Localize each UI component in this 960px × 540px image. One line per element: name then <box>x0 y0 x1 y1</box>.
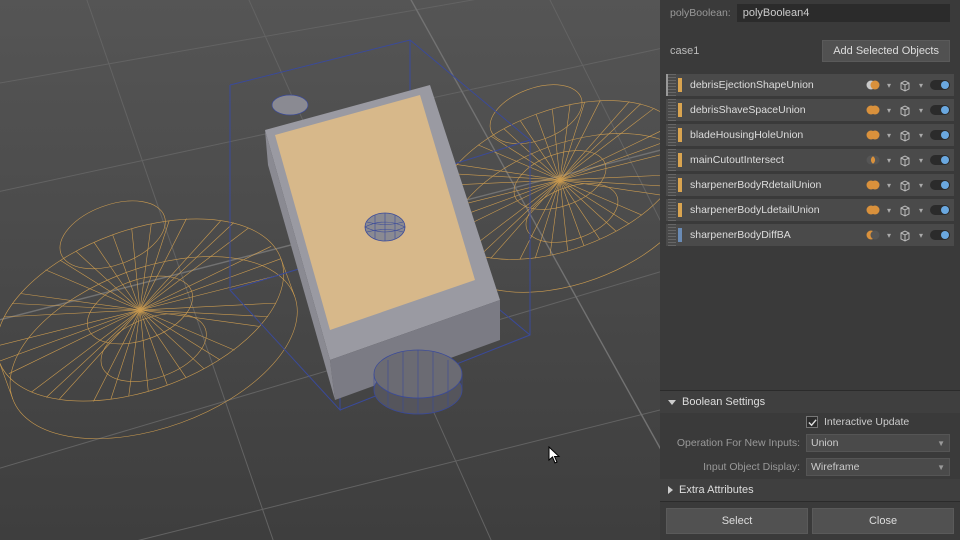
drag-handle-icon[interactable] <box>668 224 676 246</box>
drag-handle-icon[interactable] <box>668 99 676 121</box>
visibility-toggle[interactable] <box>930 205 950 215</box>
boolean-settings-section: Boolean Settings Interactive Update Oper… <box>660 390 960 501</box>
chevron-down-icon[interactable]: ▾ <box>918 181 924 190</box>
chevron-down-icon[interactable]: ▾ <box>886 156 892 165</box>
boolean-input-row[interactable]: bladeHousingHoleUnion ▾ ▾ <box>666 124 954 146</box>
chevron-down-icon[interactable]: ▾ <box>918 81 924 90</box>
mouse-cursor-icon <box>548 446 562 464</box>
boolean-input-name: sharpenerBodyRdetailUnion <box>688 179 866 191</box>
boolean-input-list: debrisEjectionShapeUnion ▾ ▾ debrisShave… <box>660 72 960 253</box>
visibility-toggle[interactable] <box>930 155 950 165</box>
operation-value: Union <box>811 437 838 449</box>
extra-attributes-header[interactable]: Extra Attributes <box>660 479 960 501</box>
attribute-panel: polyBoolean: case1 Add Selected Objects … <box>660 0 960 540</box>
object-cube-icon[interactable] <box>898 78 912 92</box>
chevron-down-icon: ▼ <box>937 463 945 472</box>
boolean-op-icon[interactable] <box>866 153 880 167</box>
display-value: Wireframe <box>811 461 859 473</box>
node-name-input[interactable] <box>737 4 950 22</box>
operation-dropdown[interactable]: Union ▼ <box>806 434 950 452</box>
interactive-update-checkbox[interactable] <box>806 416 818 428</box>
interactive-update-label: Interactive Update <box>824 416 909 428</box>
case-label: case1 <box>670 45 814 57</box>
drag-handle-icon[interactable] <box>668 74 676 96</box>
color-swatch <box>678 103 682 117</box>
visibility-toggle[interactable] <box>930 130 950 140</box>
node-name-label: polyBoolean: <box>670 7 731 19</box>
boolean-input-name: debrisShaveSpaceUnion <box>688 104 866 116</box>
chevron-down-icon[interactable]: ▾ <box>918 106 924 115</box>
boolean-input-row[interactable]: sharpenerBodyRdetailUnion ▾ ▾ <box>666 174 954 196</box>
object-cube-icon[interactable] <box>898 128 912 142</box>
display-dropdown[interactable]: Wireframe ▼ <box>806 458 950 476</box>
interactive-update-row: Interactive Update <box>660 413 960 431</box>
chevron-down-icon[interactable]: ▾ <box>886 106 892 115</box>
boolean-settings-header[interactable]: Boolean Settings <box>660 391 960 413</box>
chevron-down-icon[interactable]: ▾ <box>886 181 892 190</box>
boolean-settings-title: Boolean Settings <box>682 396 765 408</box>
boolean-input-name: mainCutoutIntersect <box>688 154 866 166</box>
chevron-down-icon[interactable]: ▾ <box>886 131 892 140</box>
drag-handle-icon[interactable] <box>668 149 676 171</box>
drag-handle-icon[interactable] <box>668 199 676 221</box>
boolean-input-row[interactable]: debrisShaveSpaceUnion ▾ ▾ <box>666 99 954 121</box>
viewport-3d[interactable] <box>0 0 660 540</box>
boolean-input-row[interactable]: mainCutoutIntersect ▾ ▾ <box>666 149 954 171</box>
display-label: Input Object Display: <box>670 461 800 473</box>
case-row: case1 Add Selected Objects <box>660 34 960 72</box>
chevron-down-icon[interactable]: ▾ <box>918 206 924 215</box>
display-row: Input Object Display: Wireframe ▼ <box>660 455 960 479</box>
boolean-op-icon[interactable] <box>866 228 880 242</box>
visibility-toggle[interactable] <box>930 180 950 190</box>
boolean-input-name: sharpenerBodyDiffBA <box>688 229 866 241</box>
boolean-op-icon[interactable] <box>866 178 880 192</box>
extra-attributes-title: Extra Attributes <box>679 484 754 496</box>
footer-buttons: Select Close <box>660 501 960 540</box>
grid <box>0 0 660 540</box>
drag-handle-icon[interactable] <box>668 174 676 196</box>
color-swatch <box>678 203 682 217</box>
scene-objects <box>0 0 660 540</box>
boolean-input-name: sharpenerBodyLdetailUnion <box>688 204 866 216</box>
color-swatch <box>678 178 682 192</box>
boolean-op-icon[interactable] <box>866 103 880 117</box>
boolean-input-row[interactable]: sharpenerBodyDiffBA ▾ ▾ <box>666 224 954 246</box>
color-swatch <box>678 128 682 142</box>
operation-row: Operation For New Inputs: Union ▼ <box>660 431 960 455</box>
select-button[interactable]: Select <box>666 508 808 534</box>
boolean-input-name: debrisEjectionShapeUnion <box>688 79 866 91</box>
boolean-op-icon[interactable] <box>866 78 880 92</box>
disclosure-triangle-icon <box>668 400 676 405</box>
boolean-input-row[interactable]: debrisEjectionShapeUnion ▾ ▾ <box>666 74 954 96</box>
object-cube-icon[interactable] <box>898 153 912 167</box>
chevron-down-icon: ▼ <box>937 439 945 448</box>
boolean-input-name: bladeHousingHoleUnion <box>688 129 866 141</box>
object-cube-icon[interactable] <box>898 103 912 117</box>
color-swatch <box>678 78 682 92</box>
node-name-field-row: polyBoolean: <box>660 0 960 34</box>
color-swatch <box>678 228 682 242</box>
chevron-down-icon[interactable]: ▾ <box>886 206 892 215</box>
color-swatch <box>678 153 682 167</box>
add-selected-objects-button[interactable]: Add Selected Objects <box>822 40 950 62</box>
close-button[interactable]: Close <box>812 508 954 534</box>
chevron-down-icon[interactable]: ▾ <box>886 231 892 240</box>
object-cube-icon[interactable] <box>898 178 912 192</box>
visibility-toggle[interactable] <box>930 230 950 240</box>
disclosure-triangle-icon <box>668 486 673 494</box>
boolean-op-icon[interactable] <box>866 128 880 142</box>
boolean-input-row[interactable]: sharpenerBodyLdetailUnion ▾ ▾ <box>666 199 954 221</box>
object-cube-icon[interactable] <box>898 228 912 242</box>
operation-label: Operation For New Inputs: <box>670 437 800 449</box>
visibility-toggle[interactable] <box>930 80 950 90</box>
chevron-down-icon[interactable]: ▾ <box>918 231 924 240</box>
chevron-down-icon[interactable]: ▾ <box>918 156 924 165</box>
chevron-down-icon[interactable]: ▾ <box>918 131 924 140</box>
drag-handle-icon[interactable] <box>668 124 676 146</box>
boolean-op-icon[interactable] <box>866 203 880 217</box>
object-cube-icon[interactable] <box>898 203 912 217</box>
visibility-toggle[interactable] <box>930 105 950 115</box>
chevron-down-icon[interactable]: ▾ <box>886 81 892 90</box>
